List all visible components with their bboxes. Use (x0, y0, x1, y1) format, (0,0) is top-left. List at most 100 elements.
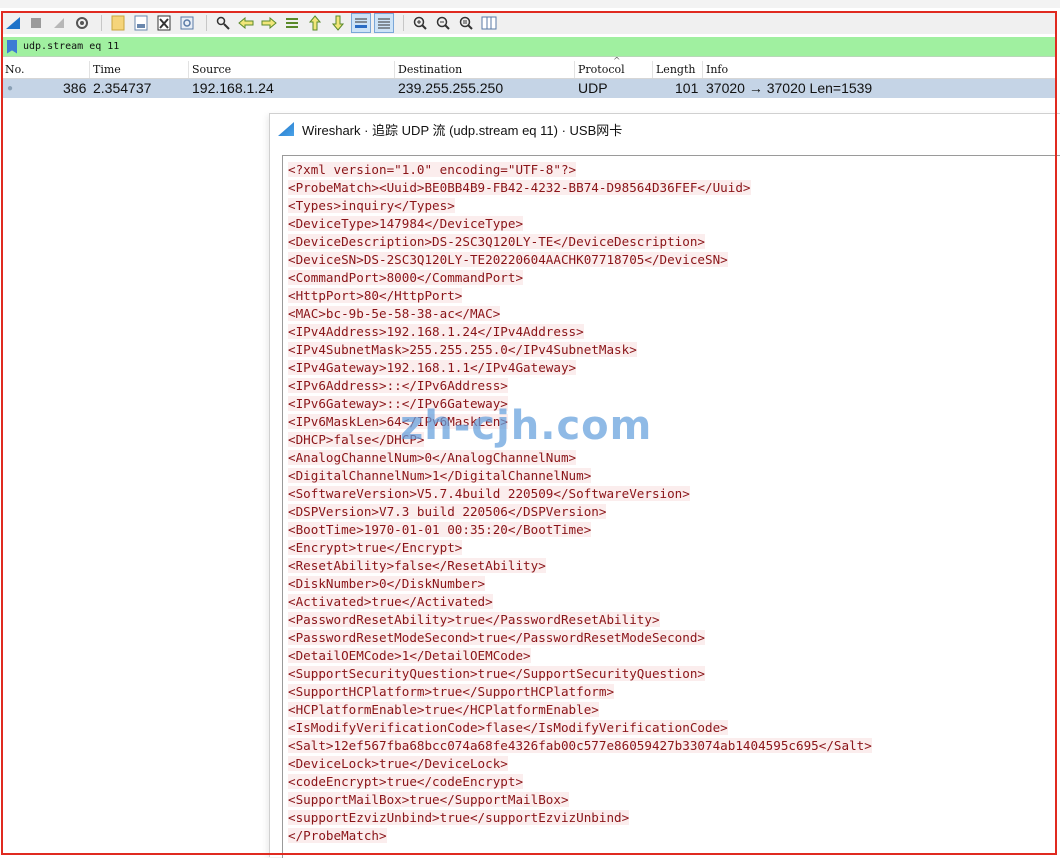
save-file-icon[interactable] (131, 13, 151, 33)
column-header-destination[interactable]: Destination (398, 63, 462, 76)
stream-line-text: <DeviceType>147984</DeviceType> (288, 216, 524, 231)
stream-line-text: <supportEzvizUnbind>true</supportEzvizUn… (288, 810, 630, 825)
packet-source: 192.168.1.24 (192, 80, 274, 96)
find-packet-icon[interactable] (213, 13, 233, 33)
stream-line: <codeEncrypt>true</codeEncrypt> (288, 773, 1060, 791)
stream-line: <Encrypt>true</Encrypt> (288, 539, 1060, 557)
stream-line: <PasswordResetModeSecond>true</PasswordR… (288, 629, 1060, 647)
stream-line-text: <AnalogChannelNum>0</AnalogChannelNum> (288, 450, 577, 465)
stream-line-text: <Salt>12ef567fba68bcc074a68fe4326fab00c5… (288, 738, 872, 753)
column-header-length[interactable]: Length (656, 63, 695, 76)
normal-size-icon[interactable] (456, 13, 476, 33)
stream-line: <IPv4SubnetMask>255.255.255.0</IPv4Subne… (288, 341, 1060, 359)
packet-list-area (3, 99, 268, 849)
stream-line-text: <ProbeMatch><Uuid>BE0BB4B9-FB42-4232-BB7… (288, 180, 751, 195)
wireshark-logo-icon (278, 122, 294, 136)
go-to-packet-icon[interactable] (282, 13, 302, 33)
stream-line: <IPv6Address>::</IPv6Address> (288, 377, 1060, 395)
stream-line-text: <IPv4Gateway>192.168.1.1</IPv4Gateway> (288, 360, 577, 375)
stream-line-text: <DeviceSN>DS-2SC3Q120LY-TE20220604AACHK0… (288, 252, 728, 267)
capture-options-icon[interactable] (72, 13, 92, 33)
stop-capture-icon[interactable] (26, 13, 46, 33)
go-forward-icon[interactable] (259, 13, 279, 33)
shark-fin-start-icon[interactable] (3, 13, 23, 33)
stream-line-text: <HttpPort>80</HttpPort> (288, 288, 463, 303)
stream-line: <BootTime>1970-01-01 00:35:20</BootTime> (288, 521, 1060, 539)
stream-line: <HttpPort>80</HttpPort> (288, 287, 1060, 305)
stream-line: <SoftwareVersion>V5.7.4build 220509</Sof… (288, 485, 1060, 503)
stream-line: </ProbeMatch> (288, 827, 1060, 845)
zoom-in-icon[interactable] (410, 13, 430, 33)
open-file-icon[interactable] (108, 13, 128, 33)
stream-line-text: <SoftwareVersion>V5.7.4build 220509</Sof… (288, 486, 690, 501)
stream-line-text: <SupportMailBox>true</SupportMailBox> (288, 792, 569, 807)
stream-line: <DeviceLock>true</DeviceLock> (288, 755, 1060, 773)
main-toolbar (3, 12, 1057, 34)
stream-line-text: <DeviceLock>true</DeviceLock> (288, 756, 508, 771)
stream-line-text: <SupportHCPlatform>true</SupportHCPlatfo… (288, 684, 615, 699)
dialog-titlebar[interactable]: Wireshark · 追踪 UDP 流 (udp.stream eq 11) … (270, 114, 1060, 144)
reload-icon[interactable] (177, 13, 197, 33)
go-last-icon[interactable] (328, 13, 348, 33)
stream-line-text: <IPv6Address>::</IPv6Address> (288, 378, 508, 393)
table-row[interactable]: ● 386 2.354737 192.168.1.24 239.255.255.… (3, 79, 1057, 98)
packet-destination: 239.255.255.250 (398, 80, 504, 96)
stream-line-text: <IPv4Address>192.168.1.24</IPv4Address> (288, 324, 584, 339)
packet-protocol: UDP (578, 80, 608, 96)
stream-line: <Activated>true</Activated> (288, 593, 1060, 611)
packet-info: 37020 → 37020 Len=1539 (706, 80, 873, 96)
packet-no: 386 (63, 80, 87, 96)
menu-bar (0, 0, 1060, 8)
close-file-icon[interactable] (154, 13, 174, 33)
stream-line: <ResetAbility>false</ResetAbility> (288, 557, 1060, 575)
packet-list-header: No. Time Source Destination Protocol Len… (3, 57, 1057, 79)
stream-line: <Types>inquiry</Types> (288, 197, 1060, 215)
stream-line-text: <PasswordResetModeSecond>true</PasswordR… (288, 630, 706, 645)
dialog-title: Wireshark · 追踪 UDP 流 (udp.stream eq 11) … (302, 122, 623, 138)
stream-line: <CommandPort>8000</CommandPort> (288, 269, 1060, 287)
stream-line: <DiskNumber>0</DiskNumber> (288, 575, 1060, 593)
stream-line-text: <ResetAbility>false</ResetAbility> (288, 558, 546, 573)
stream-line-text: <Types>inquiry</Types> (288, 198, 455, 213)
column-header-no[interactable]: No. (5, 63, 25, 76)
restart-capture-icon[interactable] (49, 13, 69, 33)
stream-line: <HCPlatformEnable>true</HCPlatformEnable… (288, 701, 1060, 719)
stream-line: <IPv4Gateway>192.168.1.1</IPv4Gateway> (288, 359, 1060, 377)
resize-columns-icon[interactable] (479, 13, 499, 33)
column-header-source[interactable]: Source (192, 63, 231, 76)
stream-line-text: <IsModifyVerificationCode>flase</IsModif… (288, 720, 728, 735)
stream-line-text: <DigitalChannelNum>1</DigitalChannelNum> (288, 468, 592, 483)
sort-indicator-icon: ^ (613, 57, 621, 67)
packet-marker-icon: ● (7, 83, 14, 94)
stream-line-text: <Activated>true</Activated> (288, 594, 493, 609)
stream-line: <DeviceDescription>DS-2SC3Q120LY-TE</Dev… (288, 233, 1060, 251)
go-back-icon[interactable] (236, 13, 256, 33)
toolbar-separator (403, 15, 404, 31)
stream-line: <Salt>12ef567fba68bcc074a68fe4326fab00c5… (288, 737, 1060, 755)
stream-line: <DetailOEMCode>1</DetailOEMCode> (288, 647, 1060, 665)
display-filter-input[interactable]: udp.stream eq 11 (23, 41, 119, 52)
stream-line-text: <MAC>bc-9b-5e-58-38-ac</MAC> (288, 306, 501, 321)
stream-line-text: <DeviceDescription>DS-2SC3Q120LY-TE</Dev… (288, 234, 706, 249)
colorize-icon[interactable] (374, 13, 394, 33)
autoscroll-icon[interactable] (351, 13, 371, 33)
stream-line-text: <?xml version="1.0" encoding="UTF-8"?> (288, 162, 577, 177)
stream-content[interactable]: <?xml version="1.0" encoding="UTF-8"?> <P… (282, 155, 1060, 858)
stream-line: <MAC>bc-9b-5e-58-38-ac</MAC> (288, 305, 1060, 323)
packet-time: 2.354737 (93, 80, 152, 96)
follow-udp-stream-dialog: Wireshark · 追踪 UDP 流 (udp.stream eq 11) … (269, 113, 1060, 858)
bookmark-icon[interactable] (7, 39, 17, 54)
stream-line-text: <IPv4SubnetMask>255.255.255.0</IPv4Subne… (288, 342, 637, 357)
stream-line: <SupportMailBox>true</SupportMailBox> (288, 791, 1060, 809)
go-first-icon[interactable] (305, 13, 325, 33)
stream-line: <IsModifyVerificationCode>flase</IsModif… (288, 719, 1060, 737)
stream-line: <supportEzvizUnbind>true</supportEzvizUn… (288, 809, 1060, 827)
column-header-time[interactable]: Time (93, 63, 121, 76)
toolbar-separator (206, 15, 207, 31)
stream-line-text: </ProbeMatch> (288, 828, 387, 843)
display-filter-bar: udp.stream eq 11 (3, 37, 1057, 57)
zoom-out-icon[interactable] (433, 13, 453, 33)
stream-line: <SupportSecurityQuestion>true</SupportSe… (288, 665, 1060, 683)
column-header-info[interactable]: Info (706, 63, 728, 76)
stream-line: <DigitalChannelNum>1</DigitalChannelNum> (288, 467, 1060, 485)
